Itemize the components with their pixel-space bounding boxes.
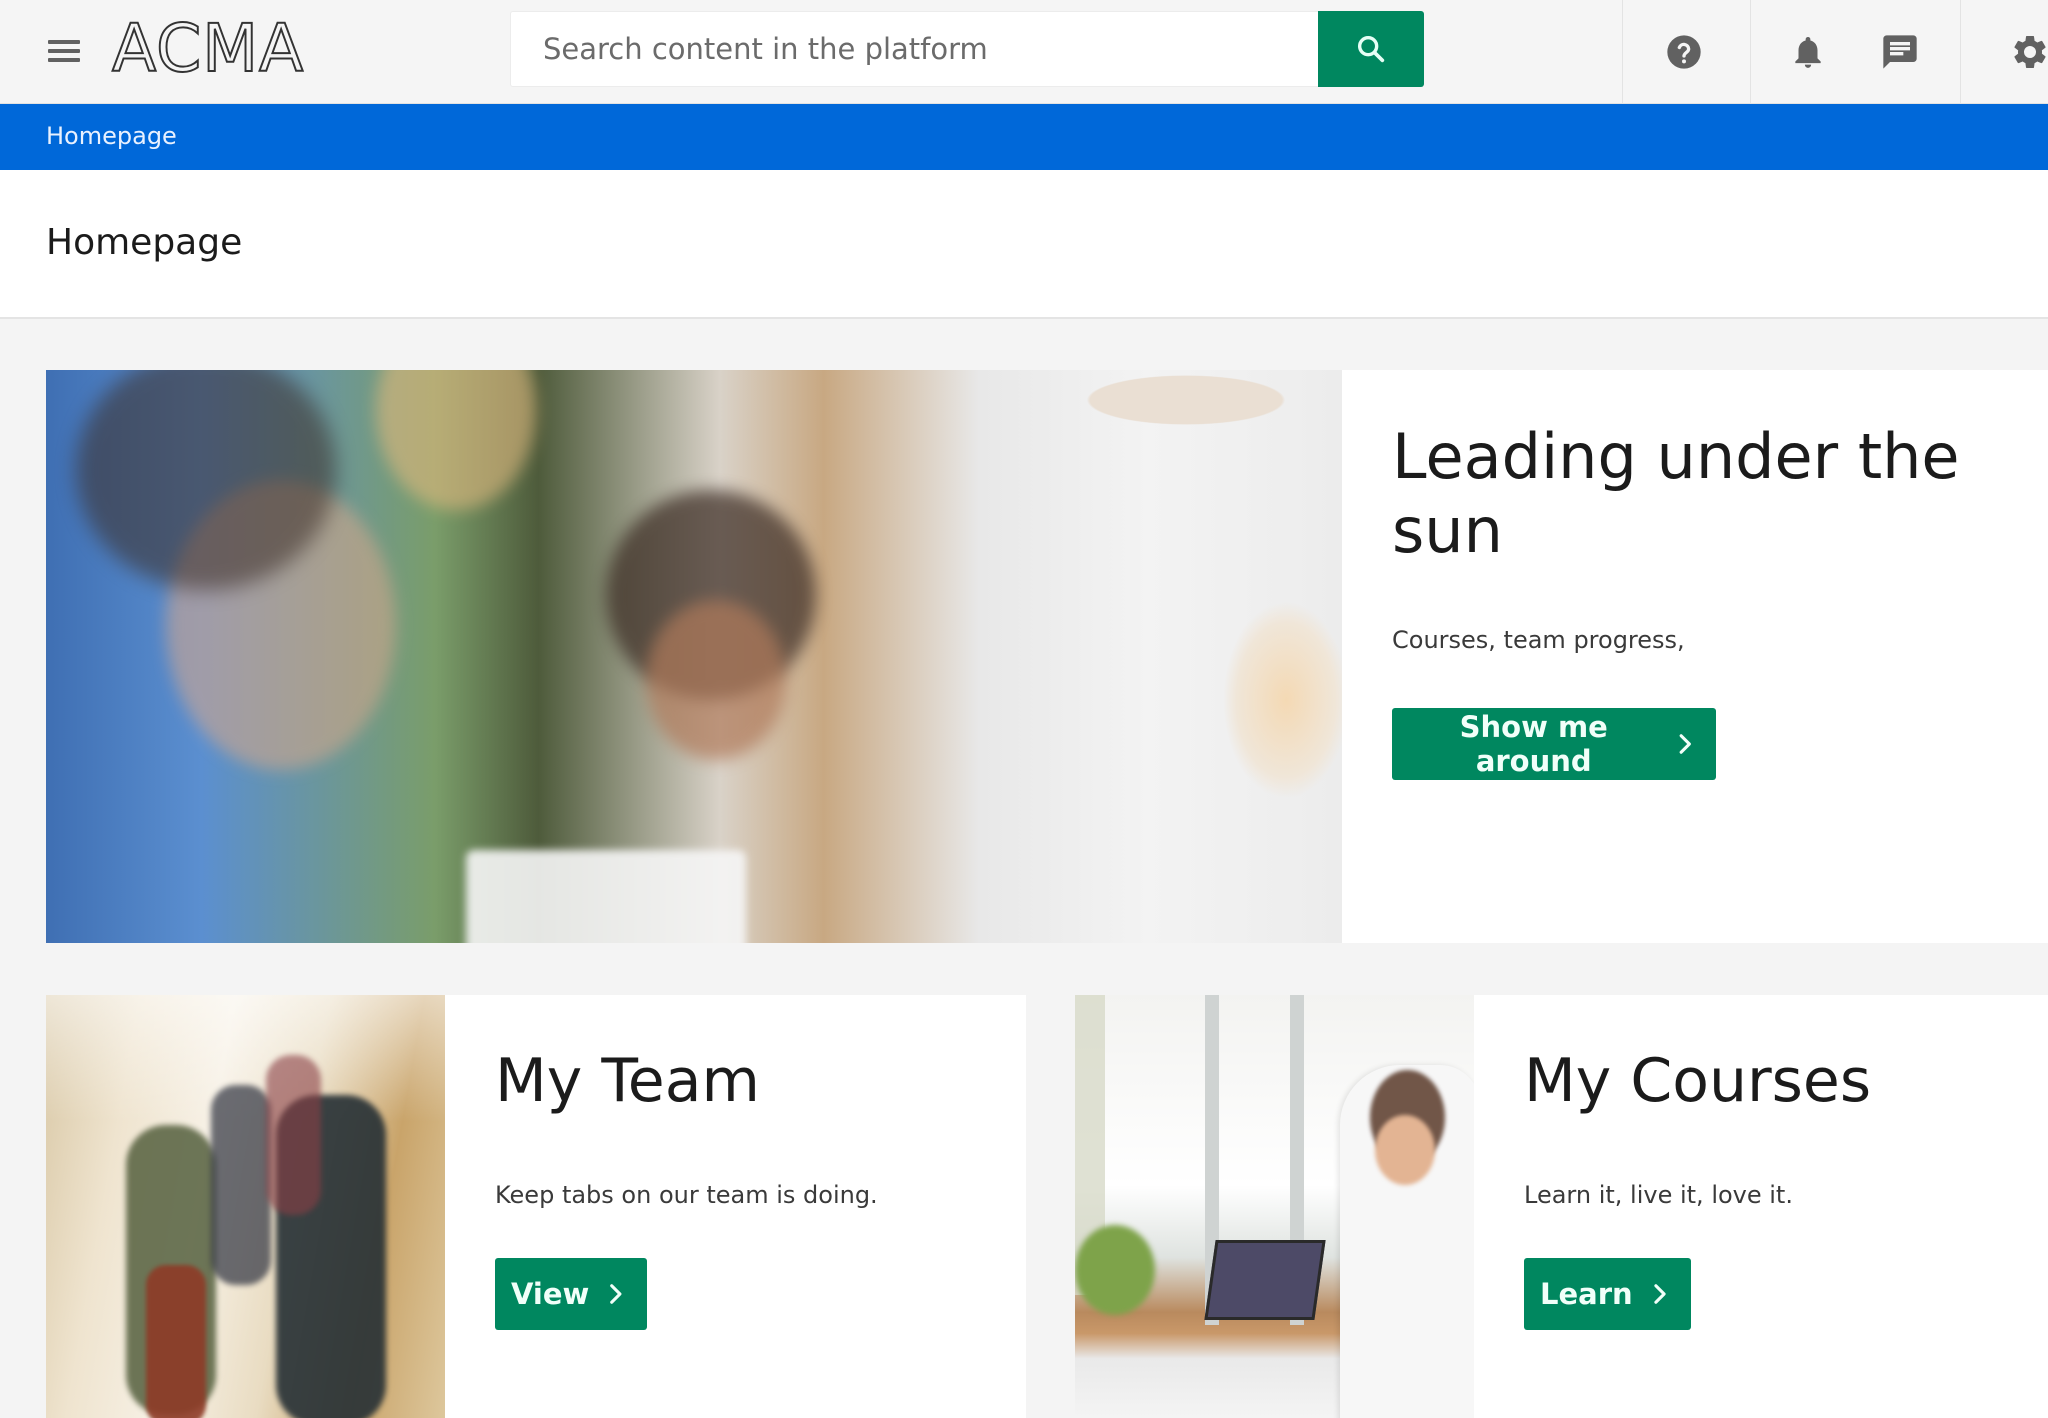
- hamburger-line: [48, 40, 80, 44]
- help-icon: [1667, 35, 1701, 69]
- messages-button[interactable]: [1872, 24, 1928, 80]
- hero-banner: Leading under the sun Courses, team prog…: [46, 370, 2048, 943]
- page-title: Homepage: [46, 222, 243, 263]
- chevron-right-icon: [610, 1284, 622, 1304]
- chat-icon: [1883, 35, 1917, 69]
- hamburger-line: [48, 58, 80, 62]
- search-icon: [1357, 35, 1385, 63]
- hero-content: Leading under the sun Courses, team prog…: [1392, 420, 2012, 654]
- notifications-button[interactable]: [1780, 24, 1836, 80]
- button-label: View: [511, 1277, 590, 1311]
- divider: [1960, 0, 1961, 104]
- page-header: Homepage: [0, 170, 2048, 319]
- card-description: Learn it, live it, love it.: [1524, 1181, 1793, 1209]
- button-label: Learn: [1540, 1277, 1633, 1311]
- card-description: Keep tabs on our team is doing.: [495, 1181, 878, 1209]
- show-me-around-button[interactable]: Show me around: [1392, 708, 1716, 780]
- view-team-button[interactable]: View: [495, 1258, 647, 1330]
- learn-courses-button[interactable]: Learn: [1524, 1258, 1691, 1330]
- hamburger-line: [48, 49, 80, 53]
- card-my-courses: My Courses Learn it, live it, love it. L…: [1075, 995, 2048, 1418]
- card-my-team: My Team Keep tabs on our team is doing. …: [46, 995, 1026, 1418]
- search-button[interactable]: [1318, 11, 1424, 87]
- breadcrumb-item-homepage[interactable]: Homepage: [46, 122, 177, 150]
- top-bar: ACMA: [0, 0, 2048, 104]
- card-image: [1075, 995, 1474, 1418]
- card-title: My Team: [495, 1046, 760, 1116]
- chevron-right-icon: [1680, 734, 1692, 754]
- card-image: [46, 995, 445, 1418]
- logo[interactable]: ACMA: [111, 9, 304, 88]
- gear-icon: [2014, 35, 2046, 68]
- card-content: My Team Keep tabs on our team is doing.: [495, 1045, 878, 1209]
- button-label: Show me around: [1459, 710, 1608, 778]
- breadcrumb: Homepage: [0, 104, 2048, 170]
- card-content: My Courses Learn it, live it, love it.: [1524, 1045, 1871, 1209]
- hero-image: [46, 370, 1342, 943]
- divider: [1750, 0, 1751, 104]
- search-bar: [510, 11, 1424, 87]
- divider: [1622, 0, 1623, 104]
- help-button[interactable]: [1656, 24, 1712, 80]
- hero-subtitle: Courses, team progress,: [1392, 626, 1685, 654]
- settings-button[interactable]: [2002, 24, 2048, 80]
- bell-icon: [1795, 36, 1821, 68]
- chevron-right-icon: [1654, 1284, 1666, 1304]
- hamburger-menu-icon[interactable]: [48, 36, 84, 66]
- search-input[interactable]: [510, 11, 1318, 87]
- hero-title: Leading under the sun: [1392, 420, 1960, 567]
- card-title: My Courses: [1524, 1046, 1872, 1116]
